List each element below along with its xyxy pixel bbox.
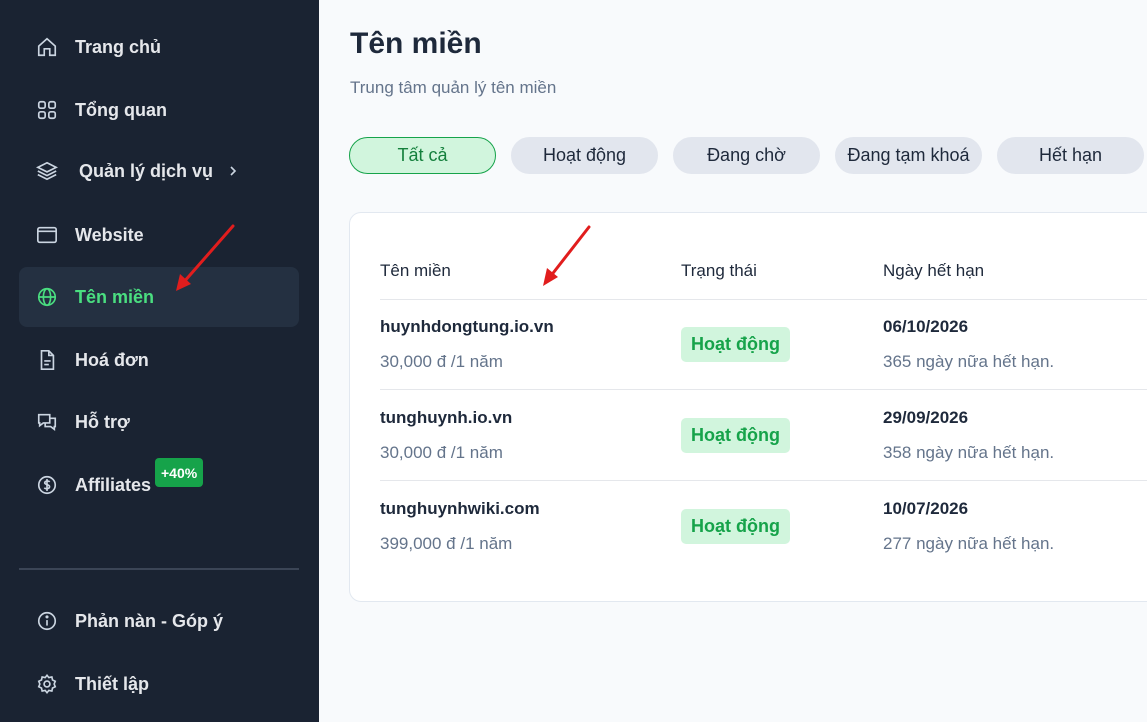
sidebar-item-label: Quản lý dịch vụ: [79, 160, 214, 181]
sidebar-item-domains[interactable]: Tên miền: [19, 267, 299, 327]
domain-price: 30,000 đ /1 năm: [380, 443, 503, 462]
chat-bubbles-icon: [36, 411, 58, 433]
filter-all[interactable]: Tất cả: [349, 137, 496, 174]
sidebar-item-label: Phản nàn - Góp ý: [75, 610, 224, 631]
home-icon: [36, 36, 58, 58]
filter-pending[interactable]: Đang chờ: [673, 137, 820, 174]
sidebar-item-invoices[interactable]: Hoá đơn: [19, 330, 299, 390]
expiry-date: 29/09/2026: [883, 408, 969, 427]
sidebar-item-label: Tên miền: [75, 286, 155, 307]
column-header-status: Trạng thái: [681, 261, 757, 280]
sidebar-item-label: Hoá đơn: [75, 349, 149, 370]
sidebar-item-services[interactable]: Quản lý dịch vụ: [19, 141, 299, 201]
sidebar-item-settings[interactable]: Thiết lập: [19, 654, 299, 714]
sidebar-item-label: Tổng quan: [75, 99, 167, 120]
expiry-date: 06/10/2026: [883, 317, 969, 336]
info-icon: [36, 610, 58, 632]
page-subtitle: Trung tâm quản lý tên miền: [350, 78, 557, 97]
status-badge: Hoạt động: [681, 418, 790, 453]
sidebar-item-label: Affiliates: [75, 474, 152, 495]
sidebar-item-label: Hỗ trợ: [75, 411, 130, 432]
filter-expired[interactable]: Hết hạn: [997, 137, 1144, 174]
domain-name[interactable]: tunghuynh.io.vn: [380, 408, 512, 428]
chevron-right-icon: [230, 166, 237, 176]
sidebar-item-label: Trang chủ: [75, 36, 162, 57]
layers-icon: [36, 160, 58, 182]
column-header-expiry: Ngày hết hạn: [883, 261, 985, 280]
status-badge: Hoạt động: [681, 327, 790, 362]
days-remaining: 277 ngày nữa hết hạn.: [883, 534, 1055, 553]
sidebar: Trang chủ Tổng quan Quản lý dịch vụ Webs…: [0, 0, 319, 722]
domain-table-card: Tên miền Trạng thái Ngày hết hạn huynhdo…: [349, 212, 1147, 602]
main-content: Tên miền Trung tâm quản lý tên miền Tất …: [319, 0, 1147, 722]
domain-name[interactable]: huynhdongtung.io.vn: [380, 317, 554, 337]
filter-active[interactable]: Hoạt động: [511, 137, 658, 174]
grid-icon: [36, 99, 58, 121]
table-row[interactable]: huynhdongtung.io.vn 30,000 đ /1 năm Hoạt…: [350, 299, 1147, 390]
domain-price: 399,000 đ /1 năm: [380, 534, 513, 553]
domain-price: 30,000 đ /1 năm: [380, 352, 503, 371]
sidebar-item-label: Website: [75, 224, 144, 245]
days-remaining: 358 ngày nữa hết hạn.: [883, 443, 1055, 462]
sidebar-item-overview[interactable]: Tổng quan: [19, 80, 299, 140]
status-badge: Hoạt động: [681, 509, 790, 544]
column-header-domain: Tên miền: [380, 261, 451, 280]
sidebar-item-label: Thiết lập: [75, 673, 150, 694]
sidebar-item-home[interactable]: Trang chủ: [19, 17, 299, 77]
filter-suspended[interactable]: Đang tạm khoá: [835, 137, 982, 174]
document-icon: [36, 349, 58, 371]
table-row[interactable]: tunghuynh.io.vn 30,000 đ /1 năm Hoạt độn…: [350, 390, 1147, 481]
domain-name[interactable]: tunghuynhwiki.com: [380, 499, 540, 519]
affiliates-discount-badge: +40%: [155, 458, 204, 487]
sidebar-item-support[interactable]: Hỗ trợ: [19, 392, 299, 452]
page-title: Tên miền: [350, 27, 482, 60]
table-row[interactable]: tunghuynhwiki.com 399,000 đ /1 năm Hoạt …: [350, 481, 1147, 572]
sidebar-item-feedback[interactable]: Phản nàn - Góp ý: [19, 591, 299, 651]
sidebar-divider: [19, 568, 299, 570]
gear-icon: [36, 673, 58, 695]
dollar-circle-icon: [36, 474, 58, 496]
days-remaining: 365 ngày nữa hết hạn.: [883, 352, 1055, 371]
sidebar-item-website[interactable]: Website: [19, 205, 299, 265]
status-filter-tabs: Tất cả Hoạt động Đang chờ Đang tạm khoá …: [349, 137, 1147, 174]
globe-icon: [36, 286, 58, 308]
expiry-date: 10/07/2026: [883, 499, 969, 518]
browser-window-icon: [36, 224, 58, 246]
